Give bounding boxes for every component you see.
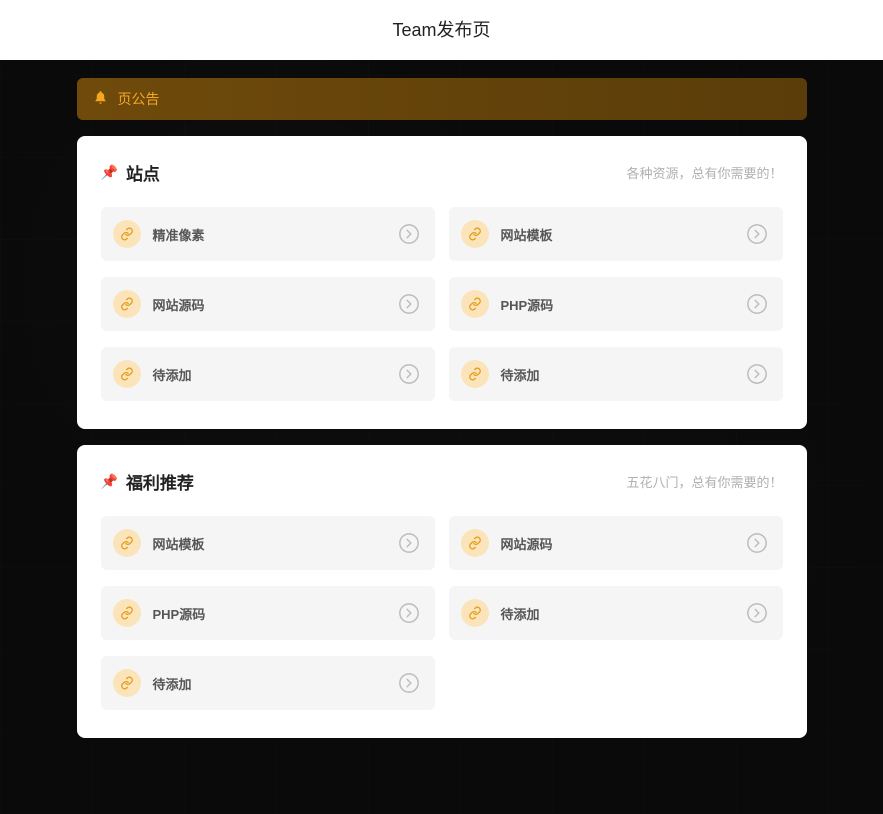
- section-header: 📌 站点 各种资源，总有你需要的！: [101, 160, 783, 185]
- list-item-label: PHP源码: [501, 295, 733, 314]
- section-header: 📌 福利推荐 五花八门，总有你需要的！: [101, 469, 783, 494]
- chevron-right-icon: [745, 531, 769, 555]
- bell-icon: [93, 90, 108, 109]
- link-icon: [461, 529, 489, 557]
- section-sites: 📌 站点 各种资源，总有你需要的！ 精准像素: [77, 136, 807, 429]
- notice-text: 页公告: [118, 89, 160, 109]
- page-title: Team发布页: [392, 20, 490, 40]
- list-item-label: 网站源码: [501, 534, 733, 553]
- list-item[interactable]: 待添加: [449, 586, 783, 640]
- link-icon: [461, 599, 489, 627]
- chevron-right-icon: [397, 292, 421, 316]
- list-item-label: 待添加: [153, 365, 385, 384]
- list-item[interactable]: 待添加: [101, 656, 435, 710]
- link-icon: [113, 669, 141, 697]
- list-item-label: 待添加: [501, 365, 733, 384]
- section-title: 📌 站点: [101, 160, 160, 185]
- section-subtitle: 各种资源，总有你需要的！: [626, 163, 782, 182]
- link-icon: [113, 599, 141, 627]
- chevron-right-icon: [745, 292, 769, 316]
- items-grid: 网站模板 网站源码: [101, 516, 783, 710]
- list-item[interactable]: 待添加: [101, 347, 435, 401]
- pin-icon: 📌: [101, 473, 118, 490]
- pin-icon: 📌: [101, 164, 118, 181]
- page-header: Team发布页: [0, 0, 883, 60]
- list-item[interactable]: 精准像素: [101, 207, 435, 261]
- list-item[interactable]: 网站模板: [101, 516, 435, 570]
- list-item[interactable]: 网站源码: [101, 277, 435, 331]
- list-item-label: 网站模板: [153, 534, 385, 553]
- link-icon: [461, 360, 489, 388]
- list-item-label: 待添加: [501, 604, 733, 623]
- chevron-right-icon: [397, 601, 421, 625]
- chevron-right-icon: [397, 362, 421, 386]
- link-icon: [113, 529, 141, 557]
- chevron-right-icon: [397, 531, 421, 555]
- list-item-label: PHP源码: [153, 604, 385, 623]
- list-item-label: 待添加: [153, 674, 385, 693]
- link-icon: [113, 360, 141, 388]
- section-title: 📌 福利推荐: [101, 469, 194, 494]
- section-recommend: 📌 福利推荐 五花八门，总有你需要的！ 网站模板: [77, 445, 807, 738]
- section-title-text: 福利推荐: [126, 469, 194, 494]
- list-item[interactable]: 网站源码: [449, 516, 783, 570]
- link-icon: [113, 290, 141, 318]
- chevron-right-icon: [745, 362, 769, 386]
- list-item-label: 精准像素: [153, 225, 385, 244]
- section-title-text: 站点: [126, 160, 160, 185]
- list-item[interactable]: PHP源码: [449, 277, 783, 331]
- list-item[interactable]: 待添加: [449, 347, 783, 401]
- page-background: 页公告 📌 站点 各种资源，总有你需要的！ 精准像素: [0, 60, 883, 814]
- chevron-right-icon: [397, 671, 421, 695]
- section-subtitle: 五花八门，总有你需要的！: [626, 472, 782, 491]
- content-container: 页公告 📌 站点 各种资源，总有你需要的！ 精准像素: [77, 78, 807, 738]
- chevron-right-icon: [397, 222, 421, 246]
- list-item-label: 网站模板: [501, 225, 733, 244]
- link-icon: [113, 220, 141, 248]
- notice-bar[interactable]: 页公告: [77, 78, 807, 120]
- chevron-right-icon: [745, 601, 769, 625]
- items-grid: 精准像素 网站模板: [101, 207, 783, 401]
- list-item[interactable]: PHP源码: [101, 586, 435, 640]
- chevron-right-icon: [745, 222, 769, 246]
- link-icon: [461, 220, 489, 248]
- list-item-label: 网站源码: [153, 295, 385, 314]
- list-item[interactable]: 网站模板: [449, 207, 783, 261]
- link-icon: [461, 290, 489, 318]
